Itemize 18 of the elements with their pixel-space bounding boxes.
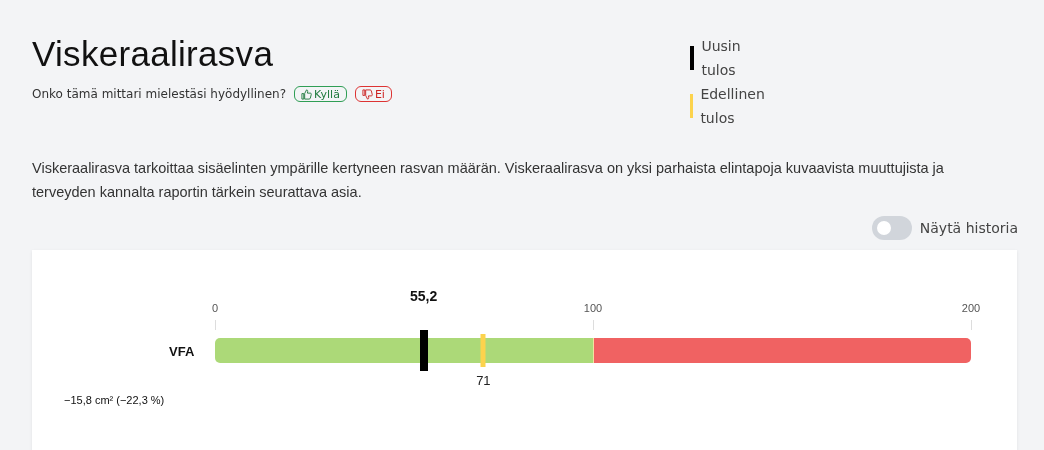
thumbs-up-icon xyxy=(301,88,313,100)
history-switch[interactable] xyxy=(871,216,912,240)
page-title: Viskeraalirasva xyxy=(32,34,275,74)
legend-label: Uusin tulos xyxy=(701,37,742,80)
scale-tick-label: 100 xyxy=(583,302,603,314)
scale-tick-label: 0 xyxy=(211,302,219,314)
change-text: −15,8 cm² (−22,3 %) xyxy=(64,394,165,406)
description: Viskeraalirasva tarkoittaa sisäelinten ympärille kertyneen rasvan määrän. Viskeraalirasva on yksi parhaista elintapoja kuvaavista muuttujista ja terveyden kannalta raportin tärkein seurattava asia. xyxy=(32,159,945,202)
yes-button[interactable]: Kyllä xyxy=(294,86,347,102)
switch-label: Näytä historia xyxy=(919,220,1018,236)
thumbs-down-icon xyxy=(361,88,373,100)
no-button[interactable]: Ei xyxy=(354,86,392,102)
gauge-label: VFA xyxy=(169,344,195,359)
scale-tick-label: 200 xyxy=(961,302,981,314)
feedback-question: Onko tämä mittari mielestäsi hyödyllinen? xyxy=(32,87,287,101)
previous-value: 71 xyxy=(476,373,491,388)
legend-label: Edellinen tulos xyxy=(700,85,766,128)
latest-value: 55,2 xyxy=(410,288,438,304)
